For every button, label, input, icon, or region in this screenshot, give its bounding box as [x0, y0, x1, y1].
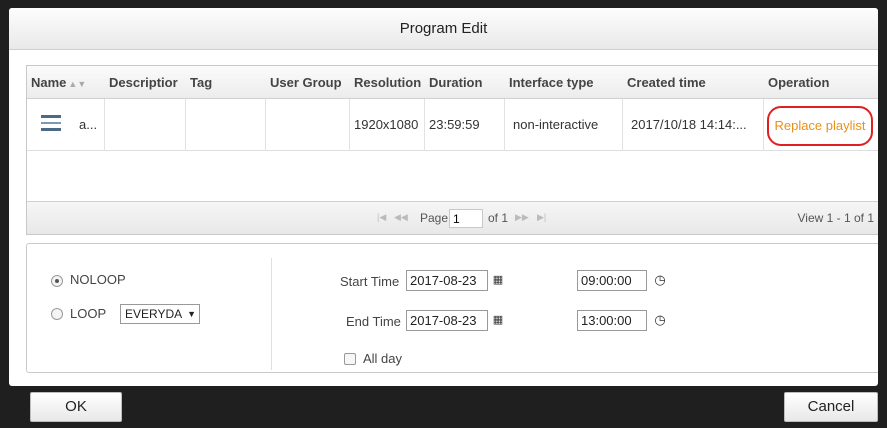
loop-radio[interactable]	[51, 308, 63, 320]
end-time-label: End Time	[346, 314, 401, 329]
loop-frequency-select[interactable]: EVERYDA ▼	[120, 304, 200, 324]
column-header-name[interactable]: Name ▲▼	[27, 66, 105, 99]
program-name: a...	[79, 117, 98, 132]
program-edit-dialog: Program Edit Name ▲▼ Descriptior Tag User…	[9, 8, 878, 386]
prev-page-icon[interactable]: ◀◀	[394, 212, 408, 223]
column-header-user-group[interactable]: User Group	[266, 66, 350, 99]
end-time-input[interactable]: 13:00:00	[577, 310, 647, 331]
column-header-label: Name	[31, 75, 67, 90]
table-row[interactable]: a... 1920x1080 23:59:59 non-interactive …	[27, 99, 878, 151]
next-page-icon[interactable]: ▶▶	[515, 212, 529, 223]
cancel-button[interactable]: Cancel	[784, 392, 878, 422]
column-header-resolution[interactable]: Resolution	[350, 66, 425, 99]
view-record-count: View 1 - 1 of 1	[797, 211, 875, 225]
ok-button[interactable]: OK	[30, 392, 122, 422]
dialog-title: Program Edit	[9, 8, 878, 50]
page-of-label: of 1	[488, 211, 509, 225]
noloop-label: NOLOOP	[70, 272, 126, 287]
cell-user-group	[266, 99, 350, 151]
program-grid: Name ▲▼ Descriptior Tag User Group Resolu…	[26, 65, 878, 235]
page-label: Page	[420, 211, 449, 225]
column-header-description[interactable]: Descriptior	[105, 66, 186, 99]
column-header-operation: Operation	[768, 75, 830, 90]
replace-playlist-link[interactable]: Replace playlist	[774, 118, 865, 133]
column-header-created-time[interactable]: Created time	[623, 66, 764, 99]
clock-icon[interactable]: ◷	[650, 270, 670, 290]
loop-label: LOOP	[70, 306, 107, 321]
column-header-tag[interactable]: Tag	[186, 66, 266, 99]
start-time-input[interactable]: 09:00:00	[577, 270, 647, 291]
page-number-input[interactable]	[449, 209, 483, 228]
grid-header: Name ▲▼ Descriptior Tag User Group Resolu…	[27, 66, 878, 99]
start-time-label: Start Time	[340, 274, 400, 289]
column-header-duration[interactable]: Duration	[425, 66, 505, 99]
program-list-icon	[41, 115, 61, 132]
last-page-icon[interactable]: ▶|	[537, 212, 546, 223]
schedule-panel: NOLOOP LOOP EVERYDA ▼ Start Time 2017-08…	[26, 243, 878, 373]
cell-description	[105, 99, 186, 151]
grid-pager: |◀ ◀◀ Page of 1 ▶▶ ▶| View 1 - 1 of 1	[27, 201, 878, 234]
first-page-icon[interactable]: |◀	[377, 212, 386, 223]
start-date-input[interactable]: 2017-08-23	[406, 270, 488, 291]
dropdown-arrow-icon: ▼	[187, 309, 196, 319]
column-header-interface-type[interactable]: Interface type	[505, 66, 623, 99]
calendar-icon[interactable]: ▦	[488, 270, 508, 290]
loop-frequency-value: EVERYDA	[125, 307, 183, 321]
calendar-icon[interactable]: ▦	[488, 310, 508, 330]
sort-icon[interactable]: ▲▼	[68, 79, 86, 89]
cell-name: a...	[27, 99, 105, 151]
all-day-label: All day	[363, 351, 403, 366]
noloop-radio[interactable]	[51, 275, 63, 287]
panel-divider	[271, 258, 272, 370]
clock-icon[interactable]: ◷	[650, 310, 670, 330]
cell-interface-type: non-interactive	[505, 99, 623, 151]
replace-playlist-highlight: Replace playlist	[767, 106, 873, 146]
cell-duration: 23:59:59	[425, 99, 505, 151]
all-day-checkbox[interactable]	[344, 353, 356, 365]
cell-resolution: 1920x1080	[350, 99, 425, 151]
end-date-input[interactable]: 2017-08-23	[406, 310, 488, 331]
cell-tag	[186, 99, 266, 151]
cell-created-time: 2017/10/18 14:14:...	[623, 99, 764, 151]
